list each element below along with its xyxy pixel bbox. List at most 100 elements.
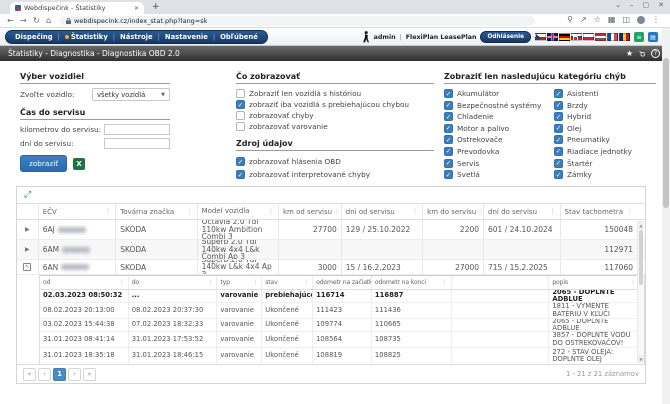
checkbox-hybrid[interactable] [554, 112, 563, 121]
checkbox-prevodovka[interactable] [444, 147, 453, 156]
column-menu-icon[interactable]: ⋮ [268, 208, 274, 216]
new-tab-button[interactable]: + [152, 2, 160, 12]
fullscreen-expand-icon[interactable]: ⤢ [24, 191, 31, 200]
browser-tab[interactable]: Webdispečink - Štatistiky ✕ [10, 2, 144, 14]
favorite-star-icon[interactable]: ★ [626, 49, 633, 58]
pager-prev-button[interactable]: ‹ [38, 368, 51, 381]
reload-icon[interactable]: ↻ [33, 16, 40, 25]
checkbox-history[interactable] [236, 89, 245, 98]
column-header-dni-od[interactable]: dni od servisu⋮ [342, 204, 423, 219]
scroll-down-icon[interactable]: ▼ [638, 355, 644, 363]
logout-button[interactable]: Odhlásenie [480, 31, 531, 43]
pager-next-button[interactable]: › [68, 368, 81, 381]
checkbox-ostrekovace[interactable] [444, 135, 453, 144]
back-icon[interactable]: ← [7, 16, 14, 25]
show-button[interactable]: zobraziť [20, 155, 67, 172]
maximize-button[interactable]: ▢ [643, 1, 650, 9]
column-menu-icon[interactable]: ⋮ [105, 208, 111, 215]
vehicle-select[interactable]: všetky vozidlá ▼ [92, 88, 170, 101]
search-icon[interactable]: ⚲ [567, 15, 573, 24]
extensions-icon[interactable]: ▦ [608, 15, 616, 24]
browser-menu-icon[interactable]: ⋮ [652, 15, 660, 24]
flag-fr-icon[interactable] [607, 33, 618, 41]
table-row-expanded[interactable]: ↖ 6AN SKODA Superb 2.0 Tdi 140kw L&k 4x4… [17, 260, 645, 275]
detail-row[interactable]: 02.03.2023 08:50:32 ... varovanie prebie… [40, 290, 644, 303]
home-icon[interactable]: ⌂ [46, 16, 51, 25]
help-icon[interactable]: ? [651, 49, 660, 58]
nav-item-statistiky[interactable]: Štatistiky [65, 33, 108, 41]
nav-item-dispecing[interactable]: Dispečing [15, 33, 53, 41]
nav-item-oblubene[interactable]: Obľúbené [220, 33, 258, 41]
detail-row[interactable]: 03.02.2023 15:44:38 07.02.2023 18:32:33 … [40, 319, 644, 332]
column-menu-icon[interactable]: ⋮ [627, 208, 633, 215]
bookmark-star-icon[interactable]: ☆ [594, 15, 601, 24]
checkbox-bezpecnostne-systemy[interactable] [444, 101, 453, 110]
pager-first-button[interactable]: « [23, 368, 36, 381]
excel-export-icon[interactable]: X [73, 158, 85, 170]
column-header-km-od[interactable]: km od servisu⋮ [279, 204, 342, 219]
side-panel-icon[interactable]: ◫ [622, 15, 630, 24]
expand-row-icon[interactable]: ▶ [25, 226, 30, 233]
checkbox-zamky[interactable] [554, 170, 563, 179]
checkbox-interpreted-errors[interactable] [236, 170, 245, 179]
km-to-service-input[interactable] [104, 124, 170, 135]
page-scrollbar[interactable] [662, 28, 670, 404]
pager-page-1-button[interactable]: 1 [53, 368, 66, 381]
checkbox-asistenti[interactable] [554, 89, 563, 98]
column-menu-icon[interactable]: ⋮ [187, 208, 193, 215]
checkbox-akumulator[interactable] [444, 89, 453, 98]
checkbox-riadiace-jednotky[interactable] [554, 147, 563, 156]
detail-column-stav[interactable]: stav⋮ [262, 276, 313, 289]
flag-gb-icon[interactable] [547, 33, 558, 41]
checkbox-svetla[interactable] [444, 170, 453, 179]
flag-pl-icon[interactable] [583, 33, 594, 41]
checkbox-ongoing-error[interactable] [236, 100, 245, 109]
column-header-dni-do[interactable]: dní do servisu⋮ [484, 204, 561, 219]
detail-column-odo-start[interactable]: odometr na začiatku⋮ [313, 276, 372, 289]
table-row[interactable]: ▶ 6AJ SKODA Octavia 2.0 Tdi 110kw Ambiti… [17, 220, 645, 240]
table-row[interactable]: ▶ 6AM SKODA Superb 2.0 Tdi 140kw 4x4 L&k… [17, 240, 645, 260]
expand-row-icon[interactable]: ▶ [25, 246, 30, 253]
detail-row[interactable]: 31.01.2023 08:41:14 31.01.2023 17:53:52 … [40, 332, 644, 348]
checkbox-chladenie[interactable] [444, 112, 453, 121]
checkbox-olej[interactable] [554, 124, 563, 133]
flag-ro-icon[interactable] [619, 33, 630, 41]
detail-column-popis[interactable]: popis⋮ [549, 276, 644, 289]
tab-search-icon[interactable]: ⌄ [615, 1, 621, 9]
page-scrollbar-thumb[interactable] [663, 58, 669, 208]
collapse-detail-icon[interactable]: ↖ [23, 263, 31, 271]
detail-column-typ[interactable]: typ⋮ [217, 276, 262, 289]
detail-column-od[interactable]: od⋮ [40, 276, 129, 289]
profile-avatar[interactable] [637, 16, 645, 24]
scroll-up-icon[interactable]: ▲ [638, 221, 644, 229]
checkbox-obd-reports[interactable] [236, 157, 245, 166]
app-icon[interactable]: ▤ [648, 32, 658, 42]
close-button[interactable]: ✕ [658, 1, 664, 9]
export-icon[interactable]: ≡ [634, 32, 644, 42]
checkbox-brzdy[interactable] [554, 101, 563, 110]
column-header-ecv[interactable]: EČV⋮ [39, 204, 116, 219]
checkbox-show-warnings[interactable] [236, 122, 245, 131]
column-menu-icon[interactable]: ⋮ [550, 208, 556, 215]
nav-item-nastroje[interactable]: Nástroje [120, 33, 153, 41]
tab-close-icon[interactable]: ✕ [134, 5, 139, 12]
checkbox-servis[interactable] [444, 159, 453, 168]
checkbox-pneumatiky[interactable] [554, 135, 563, 144]
flag-cz-icon[interactable] [535, 33, 546, 41]
flag-hu-icon[interactable] [595, 33, 606, 41]
checkbox-motor-a-palivo[interactable] [444, 124, 453, 133]
column-header-tachometer[interactable]: Stav tachometra⋮ [561, 204, 645, 219]
detail-row[interactable]: 08.02.2023 20:13:00 08.02.2023 20:37:30 … [40, 303, 644, 319]
flag-sk-icon[interactable] [571, 33, 582, 41]
detail-column-odo-end[interactable]: odometr na konci⋮ [372, 276, 452, 289]
forward-icon[interactable]: → [20, 16, 27, 25]
grid-scrollbar-thumb[interactable] [639, 230, 643, 285]
column-header-model[interactable]: Model vozidla⋮ [198, 204, 279, 219]
nav-item-nastavenie[interactable]: Nastavenie [165, 33, 208, 41]
detail-row[interactable]: 31.01.2023 18:35:18 31.01.2023 18:46:15 … [40, 348, 644, 365]
column-menu-icon[interactable]: ⋮ [412, 208, 418, 215]
address-bar[interactable]: webdispecink.cz/index_stat.php?lang=sk [60, 16, 535, 26]
checkbox-show-errors[interactable] [236, 111, 245, 120]
pin-icon[interactable]: ⚲ [637, 48, 648, 59]
column-header-znacka[interactable]: Továrna značka⋮ [116, 204, 197, 219]
